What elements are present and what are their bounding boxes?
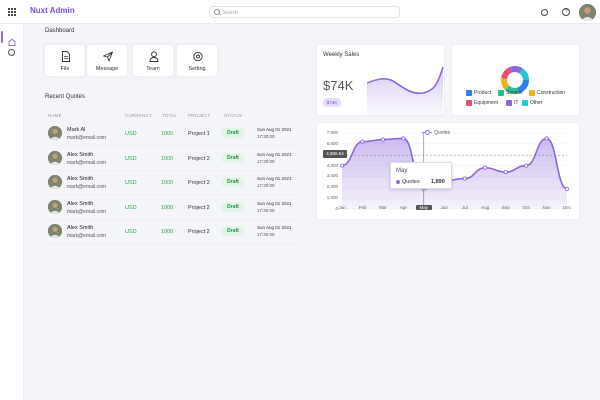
x-tick-label: Aug (481, 205, 490, 210)
x-tick-label: Mar (379, 205, 387, 210)
chart-data-point (462, 176, 467, 181)
x-tick-label: Jan (338, 205, 346, 210)
tooltip-series-name: Quotes (402, 178, 420, 185)
tooltip-series-dot (396, 180, 400, 184)
x-tick-label: Oct (522, 205, 530, 210)
chart-data-point (380, 137, 385, 142)
chart-data-point (524, 163, 529, 168)
y-tick-label: 2,000 (326, 184, 338, 190)
chart-data-point (544, 136, 549, 141)
x-tick-label: Feb (358, 205, 367, 210)
y-tick-label: 7,000 (326, 130, 338, 135)
chart-data-point (503, 170, 508, 175)
chart-data-point (339, 163, 344, 168)
chart-data-point (483, 165, 488, 170)
quotes-area-fill (342, 138, 567, 209)
y-tick-label: 6,000 (326, 140, 338, 146)
chart-data-point (360, 139, 365, 144)
y-tick-label: 3,000 (326, 173, 338, 179)
chart-tooltip: May Quotes 1,890 (390, 162, 452, 189)
crosshair-value-label: 4,906.54 (323, 150, 347, 158)
y-tick-label: 4,000 (326, 162, 338, 168)
x-tick-label: May (415, 205, 432, 210)
tooltip-value: 1,890 (431, 178, 445, 185)
x-tick-label: Jul (461, 205, 468, 210)
tooltip-month: May (396, 168, 408, 174)
quotes-area-chart (339, 132, 570, 210)
x-tick-label: Sep (501, 205, 510, 210)
x-tick-label: Jun (440, 205, 448, 210)
x-tick-label: Dec (562, 205, 571, 210)
chart-data-point (565, 186, 570, 191)
y-tick-label: 1,000 (326, 195, 338, 201)
chart-data-point (401, 136, 406, 141)
x-tick-label: Nov (542, 205, 551, 210)
x-tick-label: Apr (399, 205, 407, 210)
